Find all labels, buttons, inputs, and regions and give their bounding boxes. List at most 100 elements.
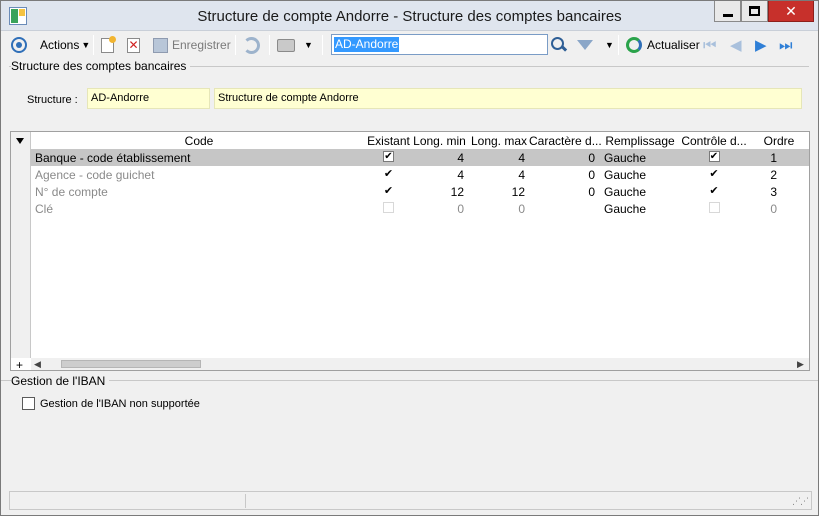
cell-car[interactable]: 0 xyxy=(529,185,601,199)
cell-controle-checkbox[interactable]: ✔ xyxy=(679,185,749,198)
new-document-icon xyxy=(101,35,116,53)
cell-car[interactable]: 0 xyxy=(529,151,601,165)
refresh-button[interactable]: Actualiser xyxy=(626,32,700,58)
save-icon xyxy=(153,37,168,53)
cell-ordre[interactable]: 0 xyxy=(749,202,777,216)
resize-grip-icon[interactable]: ⋰⋰ xyxy=(792,496,809,507)
checkmark-icon: ✔ xyxy=(708,151,720,162)
previous-icon: ◀ xyxy=(730,37,742,54)
new-button[interactable] xyxy=(101,32,116,58)
next-icon: ▶ xyxy=(755,37,767,54)
column-header-code[interactable]: Code xyxy=(31,134,367,148)
cell-max[interactable]: 4 xyxy=(469,151,529,165)
status-separator xyxy=(245,494,246,508)
search-value[interactable]: AD-Andorre xyxy=(334,37,400,52)
cell-min[interactable]: 12 xyxy=(410,185,469,199)
cell-remplissage[interactable]: Gauche xyxy=(604,185,679,199)
close-button[interactable]: ✕ xyxy=(768,1,814,22)
maximize-icon xyxy=(749,6,760,16)
table-row[interactable]: Agence - code guichet ✔ 4 4 0 Gauche ✔ 2 xyxy=(31,166,809,183)
cell-existant-checkbox[interactable]: ✔ xyxy=(367,151,410,162)
column-header-long-max[interactable]: Long. max xyxy=(469,134,529,148)
toolbar-separator xyxy=(322,35,323,55)
cell-min[interactable]: 4 xyxy=(410,151,469,165)
cell-remplissage[interactable]: Gauche xyxy=(604,202,679,216)
checkmark-icon: ✔ xyxy=(383,185,394,197)
column-header-existant[interactable]: Existant xyxy=(367,134,410,148)
print-button[interactable]: ▼ xyxy=(277,32,313,58)
actions-menu-button[interactable]: Actions ▼ xyxy=(40,32,90,58)
add-row-button[interactable]: + xyxy=(16,358,23,372)
cell-code[interactable]: Clé xyxy=(35,202,365,216)
table-row[interactable]: Clé 0 0 Gauche 0 xyxy=(31,200,809,217)
structure-code-field[interactable]: AD-Andorre xyxy=(87,88,210,109)
cell-existant-checkbox[interactable]: ✔ xyxy=(367,185,410,198)
next-record-button[interactable]: ▶ xyxy=(755,32,767,58)
delete-button[interactable]: ✕ xyxy=(127,32,140,58)
cell-controle-checkbox[interactable] xyxy=(679,202,749,213)
cell-max[interactable]: 4 xyxy=(469,168,529,182)
previous-record-button[interactable]: ◀ xyxy=(730,32,742,58)
checkmark-icon xyxy=(708,202,720,213)
column-header-long-min[interactable]: Long. min xyxy=(410,134,469,148)
reload-button[interactable] xyxy=(243,32,260,58)
filter-button[interactable]: ▼ xyxy=(577,32,614,58)
cell-code[interactable]: Agence - code guichet xyxy=(35,168,365,182)
section-divider xyxy=(1,380,818,381)
title-bar: Structure de compte Andorre - Structure … xyxy=(1,1,818,31)
cell-max[interactable]: 0 xyxy=(469,202,529,216)
maximize-button[interactable] xyxy=(741,1,768,22)
chevron-down-icon: ▼ xyxy=(81,40,91,50)
toolbar-separator xyxy=(618,35,619,55)
cell-min[interactable]: 4 xyxy=(410,168,469,182)
refresh-icon xyxy=(626,37,642,53)
table-row[interactable]: Banque - code établissement ✔ 4 4 0 Gauche ✔ 1 xyxy=(31,149,809,166)
column-header-remplissage[interactable]: Remplissage xyxy=(601,134,679,148)
cell-controle-checkbox[interactable]: ✔ xyxy=(679,168,749,181)
scroll-right-icon[interactable]: ▶ xyxy=(797,359,804,370)
cell-existant-checkbox[interactable] xyxy=(367,202,410,213)
cell-existant-checkbox[interactable]: ✔ xyxy=(367,168,410,181)
column-header-caractere[interactable]: Caractère d... xyxy=(529,134,601,148)
row-selector-icon[interactable] xyxy=(16,138,24,144)
cell-car[interactable]: 0 xyxy=(529,168,601,182)
iban-not-supported-checkbox[interactable] xyxy=(22,397,35,410)
first-record-button[interactable]: ⏮ xyxy=(703,32,717,58)
refresh-label: Actualiser xyxy=(647,38,700,52)
checkmark-icon: ✔ xyxy=(709,168,719,180)
column-header-ordre[interactable]: Ordre xyxy=(749,134,809,148)
cell-ordre[interactable]: 2 xyxy=(749,168,777,182)
minimize-icon xyxy=(722,13,733,17)
cell-code[interactable]: Banque - code établissement xyxy=(35,151,365,165)
scrollbar-thumb[interactable] xyxy=(61,360,201,368)
iban-not-supported-option[interactable]: Gestion de l'IBAN non supportée xyxy=(22,397,200,410)
status-bar: ⋰⋰ xyxy=(9,491,812,510)
scroll-left-icon[interactable]: ◀ xyxy=(34,359,41,370)
search-field[interactable]: AD-Andorre xyxy=(331,34,548,55)
cell-controle-checkbox[interactable]: ✔ xyxy=(679,151,749,162)
cell-ordre[interactable]: 1 xyxy=(749,151,777,165)
row-header-column xyxy=(11,132,31,358)
search-button[interactable] xyxy=(550,32,568,58)
last-record-button[interactable]: ⏭ xyxy=(779,32,793,58)
cell-max[interactable]: 12 xyxy=(469,185,529,199)
cell-ordre[interactable]: 3 xyxy=(749,185,777,199)
checkmark-icon: ✔ xyxy=(383,151,394,162)
main-window: Structure de compte Andorre - Structure … xyxy=(0,0,819,516)
cell-min[interactable]: 0 xyxy=(410,202,469,216)
horizontal-scrollbar[interactable]: ◀ ▶ xyxy=(31,358,809,370)
last-icon: ⏭ xyxy=(779,36,793,54)
actions-label: Actions xyxy=(40,38,80,52)
cell-remplissage[interactable]: Gauche xyxy=(604,151,679,165)
reload-icon xyxy=(243,36,260,54)
cell-code[interactable]: N° de compte xyxy=(35,185,365,199)
checkmark-icon xyxy=(383,202,394,213)
save-button[interactable]: Enregistrer xyxy=(153,32,231,58)
table-row[interactable]: N° de compte ✔ 12 12 0 Gauche ✔ 3 xyxy=(31,183,809,200)
navigator-button[interactable] xyxy=(11,32,27,58)
minimize-button[interactable] xyxy=(714,1,741,22)
structure-name-field[interactable]: Structure de compte Andorre xyxy=(214,88,802,109)
column-header-controle[interactable]: Contrôle d... xyxy=(679,134,749,148)
cell-remplissage[interactable]: Gauche xyxy=(604,168,679,182)
search-icon xyxy=(550,36,568,54)
